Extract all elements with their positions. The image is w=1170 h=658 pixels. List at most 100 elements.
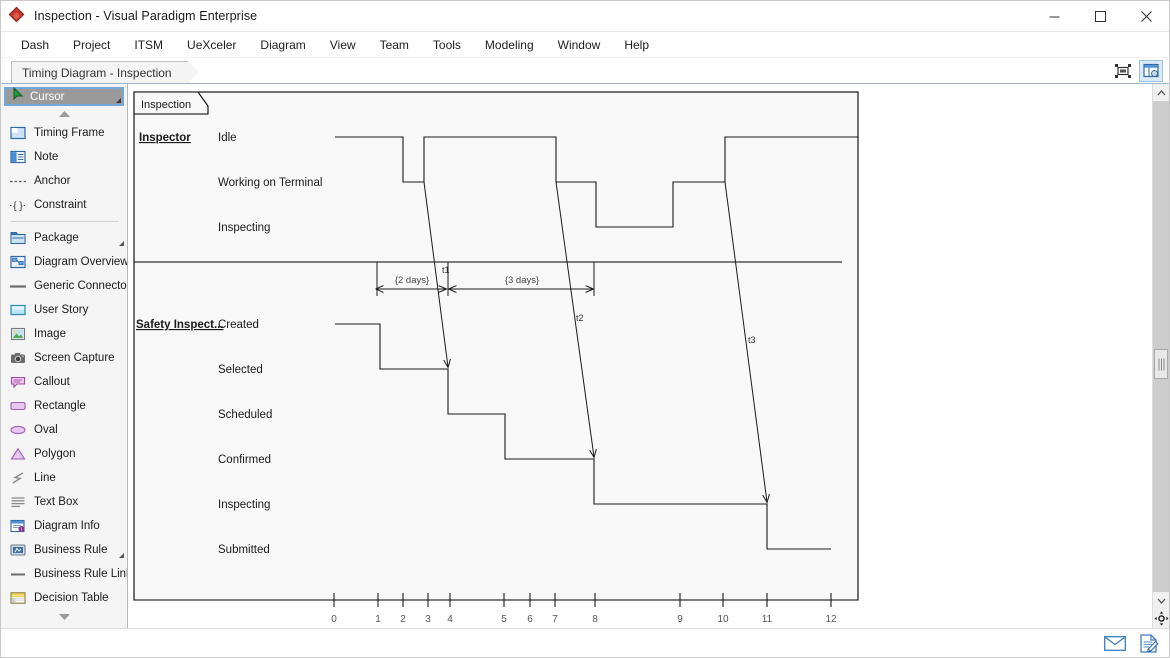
minimize-icon[interactable] bbox=[1031, 1, 1077, 32]
timing-diagram[interactable]: Inspection Inspector Idle Working on Ter… bbox=[128, 84, 1134, 628]
palette-item-oval[interactable]: Oval bbox=[1, 418, 127, 442]
generic-connector-icon bbox=[9, 278, 27, 294]
menu-item-view[interactable]: View bbox=[318, 34, 368, 56]
menu-item-window[interactable]: Window bbox=[546, 34, 613, 56]
palette-item-label: Image bbox=[34, 328, 66, 340]
palette-item-decision-table[interactable]: Decision Table bbox=[1, 586, 127, 610]
menu-item-diagram[interactable]: Diagram bbox=[248, 34, 317, 56]
maximize-icon[interactable] bbox=[1077, 1, 1123, 32]
palette-item-cursor[interactable]: Cursor bbox=[4, 86, 124, 106]
palette-item-label: Oval bbox=[34, 424, 58, 436]
palette-item-timing-frame[interactable]: Timing Frame bbox=[1, 121, 127, 145]
palette-item-user-story[interactable]: User Story bbox=[1, 298, 127, 322]
state-label-inspecting-safety: Inspecting bbox=[218, 499, 270, 511]
palette-item-label: Business Rule bbox=[34, 544, 108, 556]
vertical-scrollbar[interactable] bbox=[1152, 84, 1169, 628]
menu-item-tools[interactable]: Tools bbox=[421, 34, 473, 56]
menu-item-modeling[interactable]: Modeling bbox=[473, 34, 546, 56]
line-icon bbox=[9, 470, 27, 486]
palette-item-callout[interactable]: Callout bbox=[1, 370, 127, 394]
polygon-icon bbox=[9, 446, 27, 462]
palette-item-text-box[interactable]: Text Box bbox=[1, 490, 127, 514]
axis-tick-label: 1 bbox=[375, 614, 381, 625]
axis-tick-label: 12 bbox=[825, 614, 837, 625]
palette-item-label: Diagram Overview bbox=[34, 256, 128, 268]
palette-item-label: Callout bbox=[34, 376, 70, 388]
svg-text:{ }: { } bbox=[13, 201, 23, 212]
palette-item-label: Timing Frame bbox=[34, 127, 105, 139]
palette-divider bbox=[11, 221, 119, 222]
palette-item-line[interactable]: Line bbox=[1, 466, 127, 490]
scrollbar-track[interactable] bbox=[1153, 101, 1169, 592]
palette-item-constraint[interactable]: { } Constraint bbox=[1, 193, 127, 217]
menu-item-uexceler[interactable]: UeXceler bbox=[175, 34, 248, 56]
palette-item-package[interactable]: Package bbox=[1, 226, 127, 250]
palette-item-diagram-info[interactable]: i Diagram Info bbox=[1, 514, 127, 538]
scroll-up-arrow-icon[interactable] bbox=[1153, 84, 1169, 101]
menu-item-itsm[interactable]: ITSM bbox=[122, 34, 175, 56]
palette-item-label: Anchor bbox=[34, 175, 71, 187]
edit-document-icon[interactable] bbox=[1137, 633, 1161, 653]
constraint-label-3-days: {3 days} bbox=[505, 275, 539, 286]
lifeline-name-safety-inspection: Safety Inspect... bbox=[136, 319, 224, 331]
palette-item-polygon[interactable]: Polygon bbox=[1, 442, 127, 466]
menu-item-help[interactable]: Help bbox=[612, 34, 661, 56]
main-body: Cursor Timing Frame Note Anchor {} Cons… bbox=[1, 84, 1169, 628]
axis-tick-label: 8 bbox=[592, 614, 598, 625]
palette-item-rectangle[interactable]: Rectangle bbox=[1, 394, 127, 418]
palette-item-label: Polygon bbox=[34, 448, 76, 460]
palette-item-note[interactable]: Note bbox=[1, 145, 127, 169]
state-label-inspecting-inspector: Inspecting bbox=[218, 222, 270, 234]
constraint-braces-icon: { } bbox=[9, 197, 27, 213]
mail-icon[interactable] bbox=[1103, 633, 1127, 653]
fit-to-screen-icon[interactable] bbox=[1111, 60, 1135, 82]
scroll-up-icon[interactable] bbox=[1, 106, 127, 121]
svg-text:i: i bbox=[21, 527, 22, 533]
menu-item-team[interactable]: Team bbox=[368, 34, 421, 56]
palette-item-label: Line bbox=[34, 472, 56, 484]
palette-item-diagram-overview[interactable]: Diagram Overview bbox=[1, 250, 127, 274]
menu-item-project[interactable]: Project bbox=[61, 34, 122, 56]
palette-item-screen-capture[interactable]: Screen Capture bbox=[1, 346, 127, 370]
oval-icon bbox=[9, 422, 27, 438]
package-icon bbox=[9, 230, 27, 246]
constraint-label-2-days: {2 days} bbox=[395, 275, 429, 286]
cursor-arrow-icon bbox=[11, 86, 25, 106]
tab-timing-diagram-inspection[interactable]: Timing Diagram - Inspection bbox=[11, 61, 201, 85]
callout-icon bbox=[9, 374, 27, 390]
palette-item-image[interactable]: Image bbox=[1, 322, 127, 346]
scroll-down-icon[interactable] bbox=[1, 609, 127, 624]
axis-tick-label: 11 bbox=[762, 614, 773, 625]
axis-tick-label: 5 bbox=[501, 614, 507, 625]
diagram-canvas[interactable]: Inspection Inspector Idle Working on Ter… bbox=[128, 84, 1152, 628]
palette-item-business-rule[interactable]: Business Rule bbox=[1, 538, 127, 562]
diagram-tab-strip: Timing Diagram - Inspection bbox=[1, 58, 1169, 85]
axis-tick-label: 7 bbox=[552, 614, 558, 625]
business-rule-icon bbox=[9, 542, 27, 558]
pan-tool-icon[interactable] bbox=[1153, 609, 1169, 628]
scroll-down-arrow-icon[interactable] bbox=[1153, 592, 1169, 609]
diagram-properties-icon[interactable] bbox=[1139, 60, 1163, 82]
palette-item-generic-connector[interactable]: Generic Connector bbox=[1, 274, 127, 298]
scrollbar-thumb[interactable] bbox=[1154, 349, 1168, 379]
menu-item-dash[interactable]: Dash bbox=[9, 34, 61, 56]
window-controls bbox=[1031, 1, 1169, 32]
palette-item-business-rule-link[interactable]: Business Rule Link bbox=[1, 562, 127, 586]
screen-capture-icon bbox=[9, 350, 27, 366]
axis-tick-label: 10 bbox=[717, 614, 729, 625]
palette-item-anchor[interactable]: Anchor bbox=[1, 169, 127, 193]
axis-tick-label: 3 bbox=[425, 614, 431, 625]
image-icon bbox=[9, 326, 27, 342]
state-label-created: Created bbox=[218, 319, 259, 331]
axis-tick-label: 4 bbox=[447, 614, 453, 625]
axis-tick-label: 2 bbox=[400, 614, 406, 625]
message-label-t2: t2 bbox=[576, 313, 584, 323]
status-bar bbox=[1, 628, 1169, 657]
state-label-idle: Idle bbox=[218, 132, 237, 144]
window-title: Inspection - Visual Paradigm Enterprise bbox=[34, 9, 258, 23]
user-story-icon bbox=[9, 302, 27, 318]
timing-frame-icon bbox=[9, 125, 27, 141]
palette-item-label: Note bbox=[34, 151, 59, 163]
palette-item-label: User Story bbox=[34, 304, 89, 316]
close-icon[interactable] bbox=[1123, 1, 1169, 32]
